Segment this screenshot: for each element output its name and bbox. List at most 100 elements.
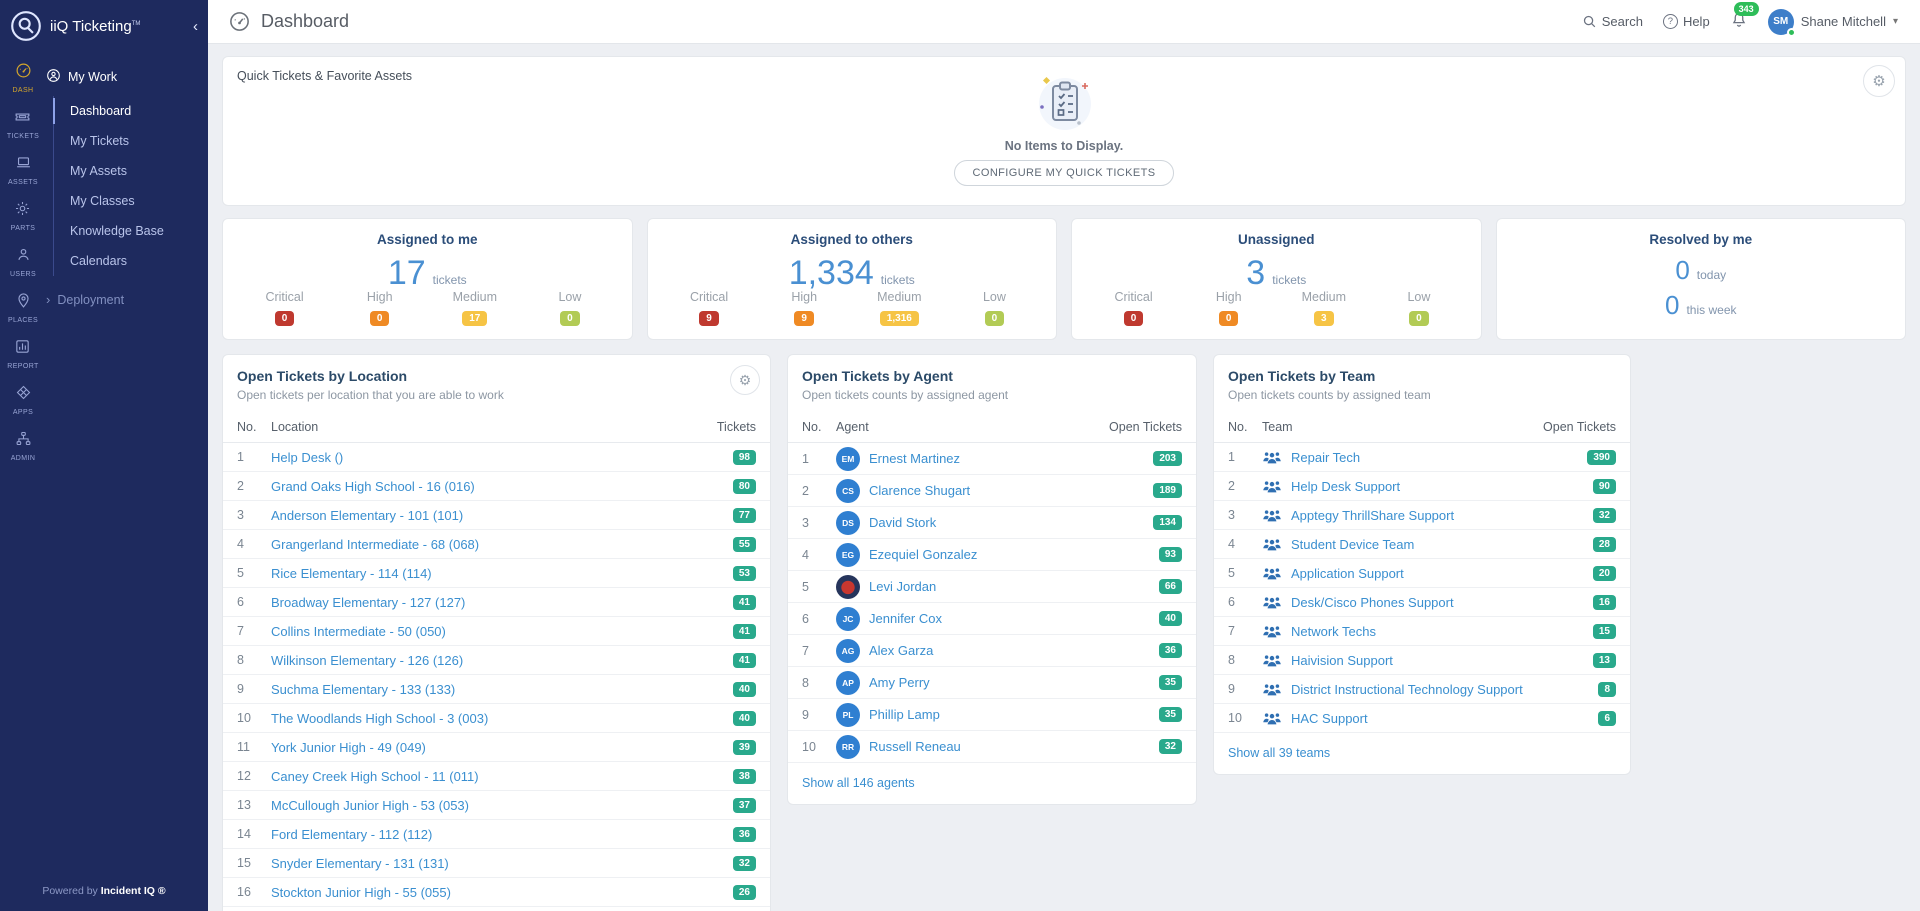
open-ticket-count-badge: 134 (1153, 515, 1182, 530)
location-link[interactable]: The Woodlands High School - 3 (003) (271, 711, 733, 726)
sidebar-menu-item[interactable]: My Assets (54, 156, 202, 186)
open-ticket-count-badge: 98 (733, 450, 756, 465)
location-link[interactable]: Help Desk () (271, 450, 733, 465)
priority-badge: 1,316 (880, 311, 919, 326)
sidebar-menu-item[interactable]: My Tickets (54, 126, 202, 156)
notifications-button[interactable]: 343 (1730, 11, 1748, 32)
sidebar-menu-item[interactable]: Dashboard (54, 96, 202, 126)
team-link[interactable]: Network Techs (1291, 624, 1593, 639)
table-row: 8 Wilkinson Elementary - 126 (126) 41 (223, 646, 770, 675)
priority-cell: Low0 (522, 290, 617, 326)
my-work-header[interactable]: My Work (46, 64, 202, 96)
table-row: 10 RR Russell Reneau 32 (788, 731, 1196, 763)
table-header: No. Team Open Tickets (1214, 410, 1630, 443)
open-tickets-by-team-panel: Open Tickets by Team Open tickets counts… (1213, 354, 1631, 775)
rail-item-parts[interactable]: PARTS (11, 200, 36, 232)
location-panel-settings-button[interactable]: ⚙ (730, 365, 760, 395)
table-row: 12 Caney Creek High School - 11 (011) 38 (223, 762, 770, 791)
rail-item-dash[interactable]: DASH (12, 62, 33, 94)
sidebar-menu-item[interactable]: My Classes (54, 186, 202, 216)
team-group-icon (1262, 537, 1282, 552)
team-link[interactable]: Help Desk Support (1291, 479, 1593, 494)
open-ticket-count-badge: 32 (1593, 508, 1616, 523)
location-link[interactable]: Wilkinson Elementary - 126 (126) (271, 653, 733, 668)
table-row: 5 Application Support 20 (1214, 559, 1630, 588)
location-link[interactable]: McCullough Junior High - 53 (053) (271, 798, 733, 813)
sidebar-item-deployment[interactable]: › Deployment (46, 276, 202, 307)
panel-title: Open Tickets by Agent (802, 368, 1182, 384)
table-row: 5 Rice Elementary - 114 (114) 53 (223, 559, 770, 588)
configure-quick-tickets-button[interactable]: CONFIGURE MY QUICK TICKETS (954, 160, 1175, 186)
team-link[interactable]: Application Support (1291, 566, 1593, 581)
table-row: 5 Levi Jordan 66 (788, 571, 1196, 603)
location-link[interactable]: Caney Creek High School - 11 (011) (271, 769, 733, 784)
agent-link[interactable]: Ezequiel Gonzalez (869, 547, 1159, 562)
team-table-body: 1 Repair Tech 390 (1214, 443, 1630, 733)
team-link[interactable]: Desk/Cisco Phones Support (1291, 595, 1593, 610)
panel-title: Open Tickets by Team (1228, 368, 1616, 384)
location-link[interactable]: Anderson Elementary - 101 (101) (271, 508, 733, 523)
open-ticket-count-badge: 32 (733, 856, 756, 871)
sidebar-menu-item[interactable]: Calendars (54, 246, 202, 276)
table-row: 4 EG Ezequiel Gonzalez 93 (788, 539, 1196, 571)
location-link[interactable]: Ford Elementary - 112 (112) (271, 827, 733, 842)
priority-cell: Critical0 (1086, 290, 1181, 326)
agent-link[interactable]: Amy Perry (869, 675, 1159, 690)
sidebar-collapse-icon[interactable]: ‹ (189, 18, 202, 35)
sidebar-menu-item[interactable]: Knowledge Base (54, 216, 202, 246)
help-button[interactable]: ? Help (1663, 14, 1710, 29)
location-link[interactable]: Grangerland Intermediate - 68 (068) (271, 537, 733, 552)
rail-item-report[interactable]: REPORT (7, 338, 38, 370)
agent-link[interactable]: Levi Jordan (869, 579, 1159, 594)
open-ticket-count-badge: 13 (1593, 653, 1616, 668)
quick-tickets-settings-button[interactable]: ⚙ (1863, 65, 1895, 97)
location-link[interactable]: Broadway Elementary - 127 (127) (271, 595, 733, 610)
agent-avatar: DS (836, 511, 860, 535)
search-button[interactable]: Search (1582, 14, 1643, 29)
location-link[interactable]: Rice Elementary - 114 (114) (271, 566, 733, 581)
open-ticket-count-badge: 66 (1159, 579, 1182, 594)
agent-link[interactable]: Phillip Lamp (869, 707, 1159, 722)
location-link[interactable]: Snyder Elementary - 131 (131) (271, 856, 733, 871)
team-link[interactable]: Student Device Team (1291, 537, 1593, 552)
location-link[interactable]: Grand Oaks High School - 16 (016) (271, 479, 733, 494)
team-group-icon (1262, 479, 1282, 494)
location-table-body: 1 Help Desk () 98 2 Grand Oaks High Scho… (223, 443, 770, 911)
team-link[interactable]: Apptegy ThrillShare Support (1291, 508, 1593, 523)
agent-link[interactable]: Alex Garza (869, 643, 1159, 658)
open-ticket-count-badge: 35 (1159, 675, 1182, 690)
location-link[interactable]: Collins Intermediate - 50 (050) (271, 624, 733, 639)
resolved-counts: 0today 0this week (1511, 255, 1892, 321)
team-link[interactable]: District Instructional Technology Suppor… (1291, 682, 1598, 697)
location-link[interactable]: Suchma Elementary - 133 (133) (271, 682, 733, 697)
table-row: 6 JC Jennifer Cox 40 (788, 603, 1196, 635)
table-header: No. Agent Open Tickets (788, 410, 1196, 443)
agent-link[interactable]: Russell Reneau (869, 739, 1159, 754)
rail-item-users[interactable]: USERS (10, 246, 36, 278)
rail-item-tickets[interactable]: TICKETS (7, 108, 39, 140)
open-ticket-count-badge: 53 (733, 566, 756, 581)
user-menu[interactable]: SM Shane Mitchell ▾ (1768, 9, 1898, 35)
agent-link[interactable]: Ernest Martinez (869, 451, 1153, 466)
agent-link[interactable]: Jennifer Cox (869, 611, 1159, 626)
team-link[interactable]: Repair Tech (1291, 450, 1587, 465)
team-link[interactable]: Haivision Support (1291, 653, 1593, 668)
show-all-agents-link[interactable]: Show all 146 agents (788, 763, 1196, 804)
ticket-count: 17 (388, 256, 426, 290)
rail-item-assets[interactable]: ASSETS (8, 154, 38, 186)
location-link[interactable]: York Junior High - 49 (049) (271, 740, 733, 755)
team-link[interactable]: HAC Support (1291, 711, 1598, 726)
agent-link[interactable]: Clarence Shugart (869, 483, 1153, 498)
rail-item-admin[interactable]: ADMIN (11, 430, 36, 462)
table-row: 2 Grand Oaks High School - 16 (016) 80 (223, 472, 770, 501)
rail-item-places[interactable]: PLACES (8, 292, 38, 324)
table-row: 1 Repair Tech 390 (1214, 443, 1630, 472)
panels-row: ⚙ Open Tickets by Location Open tickets … (222, 354, 1906, 911)
gauge-icon (228, 10, 251, 33)
open-ticket-count-badge: 40 (733, 711, 756, 726)
panel-title: Open Tickets by Location (237, 368, 756, 384)
show-all-teams-link[interactable]: Show all 39 teams (1214, 733, 1630, 774)
location-link[interactable]: Stockton Junior High - 55 (055) (271, 885, 733, 900)
agent-link[interactable]: David Stork (869, 515, 1153, 530)
rail-item-apps[interactable]: APPS (13, 384, 33, 416)
